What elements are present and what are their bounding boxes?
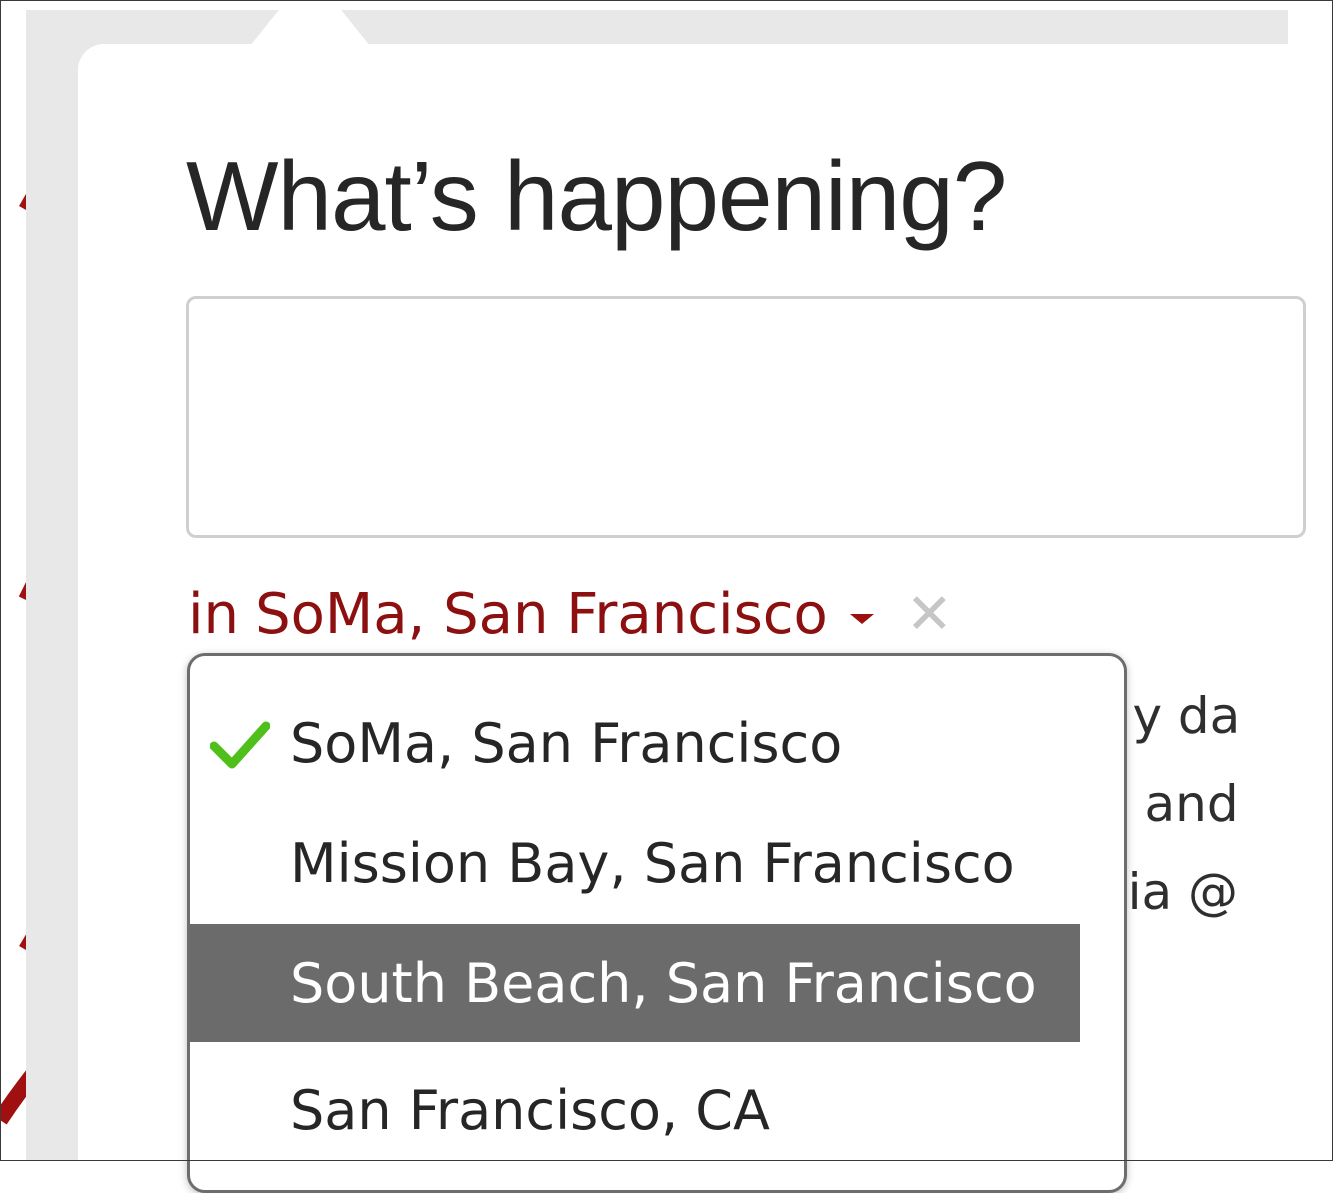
background-tweet-line: rly da: [1128, 687, 1241, 745]
location-option-label: South Beach, San Francisco: [290, 951, 1037, 1015]
location-bar: in SoMa, San Francisco ✕: [188, 582, 953, 648]
composer-heading: What’s happening?: [186, 141, 1007, 251]
background-tweet-line: via @: [1128, 863, 1239, 921]
location-option[interactable]: Mission Bay, San Francisco: [190, 804, 1080, 922]
close-icon[interactable]: ✕: [906, 582, 953, 648]
location-dropdown-toggle[interactable]: in SoMa, San Francisco: [188, 582, 874, 648]
background-tweet-text: rly da o and via @: [1128, 672, 1288, 936]
location-selected: SoMa, San Francisco: [255, 582, 828, 647]
location-option[interactable]: San Francisco, CA: [190, 1051, 1080, 1169]
location-dropdown-menu: SoMa, San Francisco Mission Bay, San Fra…: [187, 653, 1127, 1193]
location-option-highlighted[interactable]: South Beach, San Francisco: [190, 924, 1080, 1042]
location-option[interactable]: SoMa, San Francisco: [190, 684, 1080, 802]
location-option-label: SoMa, San Francisco: [290, 711, 843, 775]
location-prefix: in: [188, 582, 240, 647]
check-icon: [210, 721, 270, 769]
location-option-label: San Francisco, CA: [290, 1078, 770, 1142]
caret-down-icon: [849, 614, 874, 624]
background-tweet-line: o and: [1128, 775, 1239, 833]
tweet-input[interactable]: [186, 296, 1306, 538]
location-option-label: Mission Bay, San Francisco: [290, 831, 1015, 895]
